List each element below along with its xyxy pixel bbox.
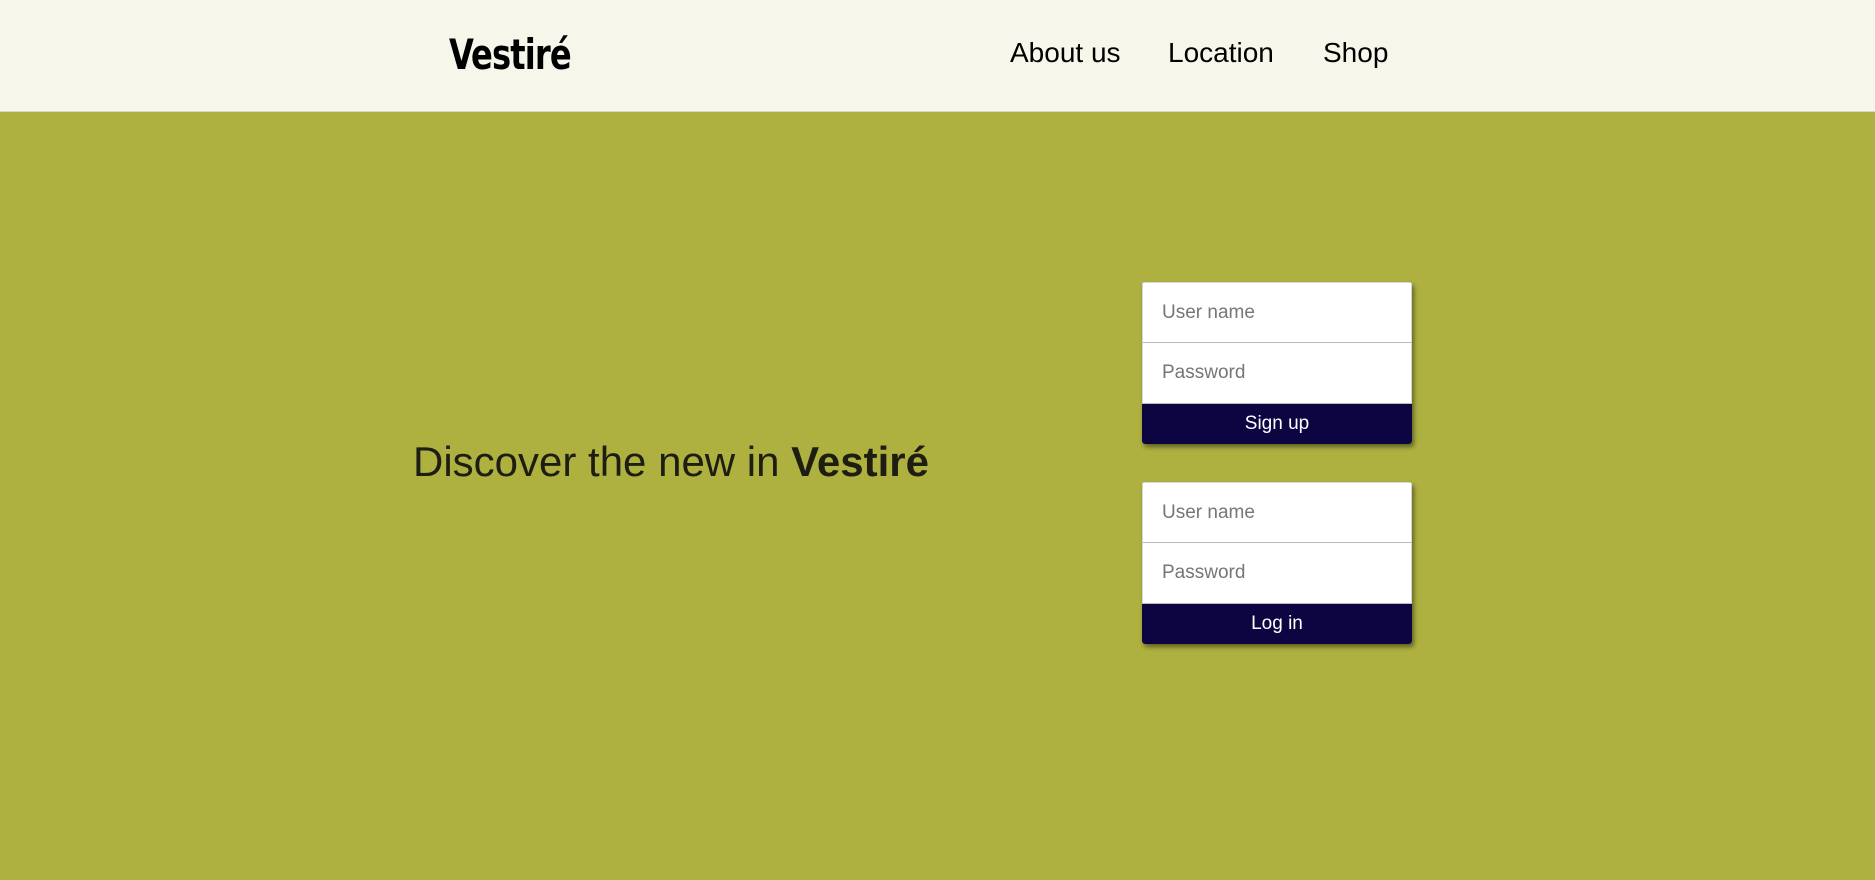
hero-heading-brand: Vestiré <box>791 438 929 485</box>
signup-form: Sign up <box>1142 282 1412 444</box>
login-form: Log in <box>1142 482 1412 644</box>
login-password-input[interactable] <box>1142 543 1412 604</box>
nav-link-shop[interactable]: Shop <box>1323 36 1388 70</box>
hero-heading: Discover the new in Vestiré <box>413 437 929 487</box>
signup-username-input[interactable] <box>1142 282 1412 343</box>
top-navigation-bar: Vestiré About us Location Shop <box>0 0 1875 112</box>
log-in-button[interactable]: Log in <box>1142 604 1412 644</box>
nav-link-location[interactable]: Location <box>1168 36 1274 70</box>
sign-up-button[interactable]: Sign up <box>1142 404 1412 444</box>
nav-link-about-us[interactable]: About us <box>1010 36 1121 70</box>
brand-logo[interactable]: Vestiré <box>449 30 572 80</box>
signup-password-input[interactable] <box>1142 343 1412 404</box>
login-username-input[interactable] <box>1142 482 1412 543</box>
hero-heading-prefix: Discover the new in <box>413 438 792 485</box>
